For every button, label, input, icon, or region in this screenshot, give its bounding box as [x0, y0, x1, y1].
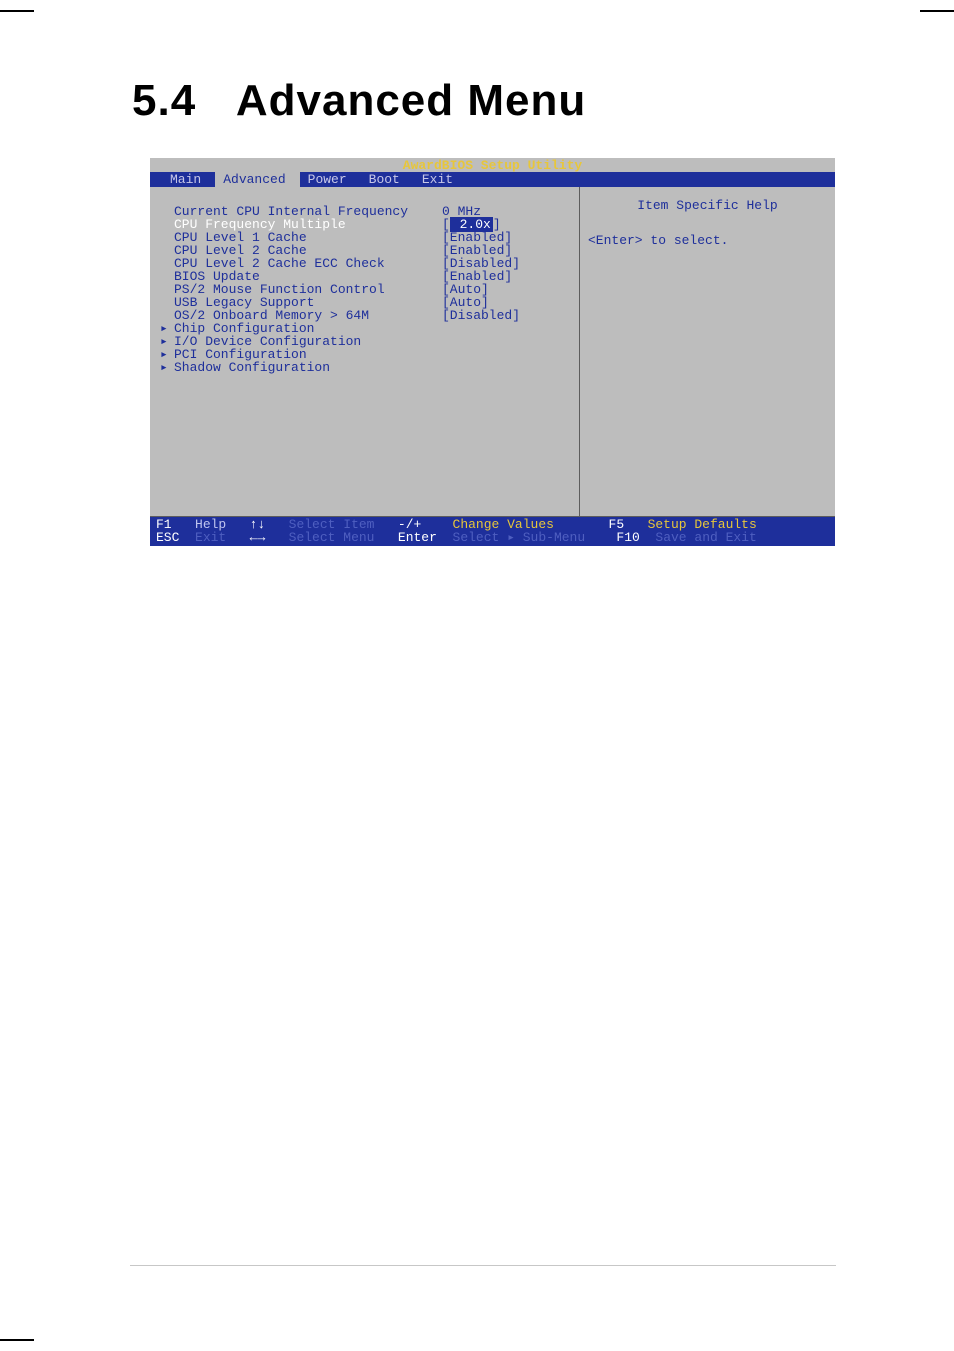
enter-label: Enter — [398, 530, 437, 545]
tab-boot[interactable]: Boot — [361, 172, 414, 187]
save-exit-label: Save and Exit — [655, 530, 756, 545]
help-text: <Enter> to select. — [588, 234, 827, 247]
tab-advanced[interactable]: Advanced — [215, 172, 299, 187]
tab-main[interactable]: Main — [162, 172, 215, 187]
submenu-icon — [160, 244, 174, 257]
tab-power[interactable]: Power — [300, 172, 361, 187]
section-number: 5.4 — [132, 76, 196, 125]
select-menu-label: Select Menu — [289, 530, 375, 545]
submenu-icon — [160, 270, 174, 283]
bios-footer: F1 Help ↑↓ Select Item -/+ Change Values… — [150, 517, 835, 546]
bios-help-panel: Item Specific Help <Enter> to select. — [580, 187, 835, 517]
section-title: Advanced Menu — [236, 76, 586, 125]
help-title: Item Specific Help — [588, 197, 827, 234]
section-heading: 5.4 Advanced Menu — [132, 76, 586, 126]
page: 5.4 Advanced Menu AwardBIOS Setup Utilit… — [0, 0, 954, 1351]
bios-menu-bar: Main Advanced Power Boot Exit — [150, 172, 835, 187]
submenu-icon — [160, 283, 174, 296]
submenu-icon — [160, 231, 174, 244]
crop-mark — [920, 10, 954, 12]
exit-label: Exit — [195, 530, 226, 545]
bios-setup-screenshot: AwardBIOS Setup Utility Main Advanced Po… — [150, 158, 835, 546]
setting-row[interactable]: ▸ Shadow Configuration — [160, 361, 577, 374]
bios-title: AwardBIOS Setup Utility — [150, 158, 835, 172]
submenu-icon — [160, 218, 174, 231]
fkey-esc: ESC — [156, 530, 179, 545]
submenu-arrow-icon: ▸ — [160, 361, 174, 374]
tab-exit[interactable]: Exit — [414, 172, 467, 187]
arrows-leftright-icon: ←→ — [250, 530, 266, 545]
setting-label: Shadow Configuration — [174, 361, 442, 374]
bios-main-panel: Current CPU Internal Frequency 0 MHz CPU… — [150, 187, 580, 517]
bios-body: Current CPU Internal Frequency 0 MHz CPU… — [150, 187, 835, 517]
fkey-f10: F10 — [616, 530, 639, 545]
submenu-icon — [160, 205, 174, 218]
submenu-icon — [160, 257, 174, 270]
crop-mark — [0, 1339, 34, 1341]
crop-mark — [0, 10, 34, 12]
footer-divider — [130, 1265, 836, 1266]
setting-value: [Disabled] — [442, 309, 520, 322]
select-submenu-label: Select ▸ Sub-Menu — [453, 530, 586, 545]
submenu-icon — [160, 296, 174, 309]
